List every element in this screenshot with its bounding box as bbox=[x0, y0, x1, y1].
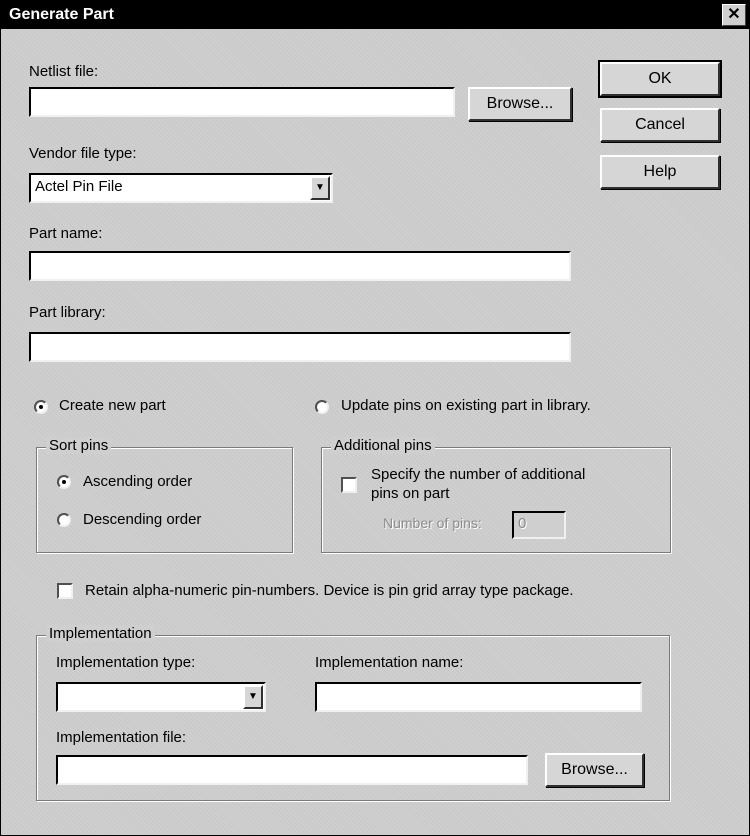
generate-part-dialog: Generate Part ✕ Netlist file: Browse... … bbox=[0, 0, 750, 836]
descending-order-label[interactable]: Descending order bbox=[83, 511, 201, 528]
ascending-order-radio[interactable] bbox=[57, 475, 71, 489]
create-new-part-radio[interactable] bbox=[34, 400, 48, 414]
sort-pins-title: Sort pins bbox=[46, 437, 112, 454]
title-bar: Generate Part ✕ bbox=[1, 1, 749, 29]
vendor-file-type-select[interactable]: Actel Pin File ▼ bbox=[29, 173, 333, 203]
vendor-file-type-value: Actel Pin File bbox=[35, 178, 123, 195]
netlist-file-label: Netlist file: bbox=[29, 63, 99, 80]
implementation-type-label: Implementation type: bbox=[56, 654, 196, 671]
create-new-part-label[interactable]: Create new part bbox=[59, 397, 166, 414]
part-library-label: Part library: bbox=[29, 304, 106, 321]
browse-netlist-button[interactable]: Browse... bbox=[468, 87, 572, 121]
implementation-file-label: Implementation file: bbox=[56, 729, 187, 746]
vendor-file-type-label: Vendor file type: bbox=[29, 145, 137, 162]
number-of-pins-input: 0 bbox=[512, 511, 566, 539]
specify-pins-label-line2[interactable]: pins on part bbox=[371, 485, 449, 502]
close-button[interactable]: ✕ bbox=[722, 4, 746, 26]
update-pins-label[interactable]: Update pins on existing part in library. bbox=[341, 397, 591, 414]
ok-button[interactable]: OK bbox=[598, 60, 722, 98]
implementation-name-label: Implementation name: bbox=[315, 654, 464, 671]
implementation-name-input[interactable] bbox=[315, 682, 642, 712]
dialog-title: Generate Part bbox=[9, 6, 114, 23]
additional-pins-title: Additional pins bbox=[331, 437, 435, 454]
sort-pins-group bbox=[36, 447, 293, 553]
help-button[interactable]: Help bbox=[600, 155, 720, 189]
retain-pin-numbers-label[interactable]: Retain alpha-numeric pin-numbers. Device… bbox=[85, 582, 574, 599]
ascending-order-label[interactable]: Ascending order bbox=[83, 473, 192, 490]
implementation-file-input[interactable] bbox=[56, 755, 528, 785]
implementation-title: Implementation bbox=[46, 625, 155, 642]
chevron-down-icon[interactable]: ▼ bbox=[243, 685, 263, 709]
netlist-file-input[interactable] bbox=[29, 87, 455, 117]
cancel-button[interactable]: Cancel bbox=[600, 108, 720, 142]
browse-implementation-button[interactable]: Browse... bbox=[545, 753, 644, 787]
part-name-label: Part name: bbox=[29, 225, 103, 242]
part-library-input[interactable] bbox=[29, 332, 571, 362]
chevron-down-icon[interactable]: ▼ bbox=[310, 176, 330, 200]
part-name-input[interactable] bbox=[29, 251, 571, 281]
update-pins-radio[interactable] bbox=[315, 400, 329, 414]
specify-pins-checkbox[interactable] bbox=[341, 477, 357, 493]
descending-order-radio[interactable] bbox=[57, 513, 71, 527]
number-of-pins-label: Number of pins: bbox=[383, 515, 482, 531]
close-icon: ✕ bbox=[727, 6, 741, 23]
implementation-type-select[interactable]: ▼ bbox=[56, 682, 266, 712]
specify-pins-label-line1[interactable]: Specify the number of additional bbox=[371, 466, 585, 483]
retain-pin-numbers-checkbox[interactable] bbox=[57, 583, 73, 599]
